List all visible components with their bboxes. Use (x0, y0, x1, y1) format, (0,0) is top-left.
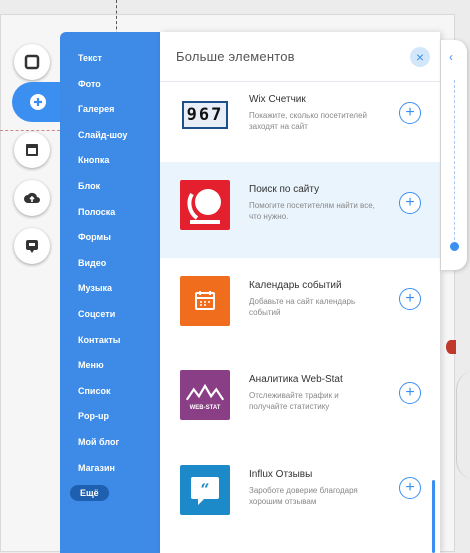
counter-digits: 967 (181, 101, 229, 129)
category-menu[interactable]: Меню (60, 353, 160, 379)
page-element (446, 340, 456, 354)
category-blog[interactable]: Мой блог (60, 430, 160, 456)
slider-handle[interactable] (450, 242, 459, 251)
category-list[interactable]: Список (60, 379, 160, 405)
app-name: Аналитика Web-Stat (249, 374, 343, 385)
app-description: Зароботе доверие благодаря хорошим отзыв… (249, 486, 358, 506)
app-description: Добавьте на сайт календарь событий (249, 297, 356, 317)
plus-circle-icon (30, 94, 46, 110)
background-tool-button[interactable] (14, 44, 50, 80)
category-photo[interactable]: Фото (60, 72, 160, 98)
close-icon[interactable]: × (410, 47, 430, 67)
add-button[interactable]: + (399, 102, 421, 124)
category-contacts[interactable]: Контакты (60, 328, 160, 354)
chevron-left-icon[interactable]: ‹ (449, 50, 453, 64)
app-item-wix-counter[interactable]: 967 Wix Счетчик Покажите, сколько посети… (160, 72, 440, 168)
app-description: Отслеживайте трафик и получайте статисти… (249, 391, 339, 411)
more-elements-panel: Больше элементов × 967 Wix Счетчик Покаж… (160, 32, 440, 553)
category-gallery[interactable]: Галерея (60, 97, 160, 123)
web-stat-badge: WEB-STAT (189, 405, 221, 411)
app-name: Wix Счетчик (249, 94, 306, 105)
add-button[interactable]: + (399, 382, 421, 404)
upload-tool-button[interactable] (14, 180, 50, 216)
blog-tool-button[interactable] (14, 228, 50, 264)
category-button[interactable]: Кнопка (60, 148, 160, 174)
category-strip[interactable]: Полоска (60, 200, 160, 226)
add-button[interactable]: + (399, 477, 421, 499)
chat-icon (26, 240, 38, 253)
add-button[interactable]: + (399, 192, 421, 214)
panel-title: Больше элементов (176, 49, 295, 64)
cloud-upload-icon (24, 192, 40, 203)
app-item-site-search[interactable]: Поиск по сайту Помогите посетителям найт… (160, 162, 440, 258)
add-tool-button[interactable] (12, 82, 64, 122)
app-item-influx-reviews[interactable]: “ Influx Отзывы Зароботе доверие благода… (160, 447, 440, 543)
category-slideshow[interactable]: Слайд-шоу (60, 123, 160, 149)
category-social[interactable]: Соцсети (60, 302, 160, 328)
app-item-web-stat[interactable]: WEB-STAT Аналитика Web-Stat Отслеживайте… (160, 352, 440, 448)
zoom-slider[interactable]: ‹ (441, 40, 467, 270)
counter-icon: 967 (180, 90, 230, 140)
category-video[interactable]: Видео (60, 251, 160, 277)
scrollbar[interactable] (432, 480, 435, 553)
app-description: Помогите посетителям найти все, что нужн… (249, 201, 375, 221)
app-item-event-calendar[interactable]: Календарь событий Добавьте на сайт кален… (160, 258, 440, 354)
app-description: Покажите, сколько посетителей заходят на… (249, 111, 368, 131)
mountains-icon: WEB-STAT (180, 370, 230, 420)
square-icon (24, 54, 40, 70)
category-popup[interactable]: Pop-up (60, 404, 160, 430)
category-panel: Текст Фото Галерея Слайд-шоу Кнопка Блок… (60, 32, 160, 553)
app-name: Influx Отзывы (249, 469, 313, 480)
add-button[interactable]: + (399, 288, 421, 310)
category-block[interactable]: Блок (60, 174, 160, 200)
category-forms[interactable]: Формы (60, 225, 160, 251)
slider-track (454, 80, 455, 250)
guide-horizontal (0, 130, 60, 131)
category-store[interactable]: Магазин (60, 456, 160, 482)
page-shape (456, 370, 470, 480)
app-name: Календарь событий (249, 280, 342, 291)
box-icon (26, 144, 38, 156)
app-name: Поиск по сайту (249, 184, 320, 195)
category-more[interactable]: Ещё (60, 481, 160, 507)
category-music[interactable]: Музыка (60, 276, 160, 302)
quote-icon: “ (180, 465, 230, 515)
search-icon (180, 180, 230, 230)
svg-text:“: “ (200, 480, 209, 499)
calendar-icon (180, 276, 230, 326)
menu-tool-button[interactable] (14, 132, 50, 168)
category-text[interactable]: Текст (60, 46, 160, 72)
